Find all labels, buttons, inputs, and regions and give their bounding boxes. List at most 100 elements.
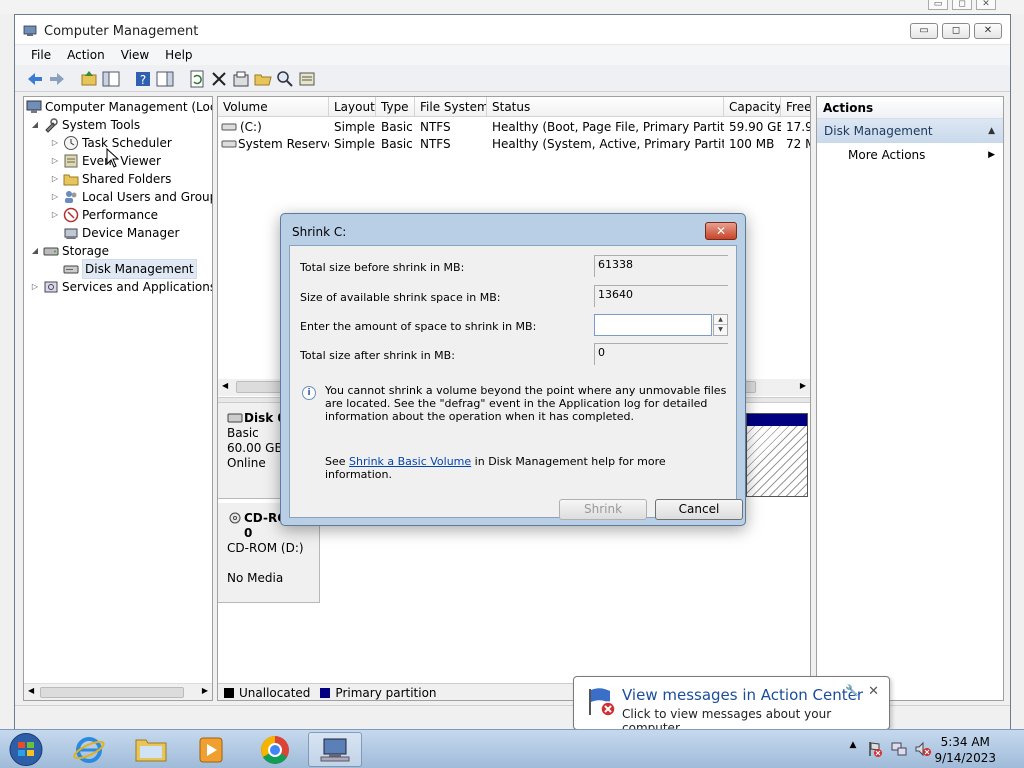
back-arrow-icon[interactable]: [25, 69, 45, 89]
taskbar-chrome[interactable]: [248, 732, 302, 767]
balloon-title[interactable]: View messages in Action Center: [622, 686, 863, 704]
tree-item-computer-management[interactable]: Computer Management (Local: [26, 98, 213, 116]
tree-item-local-users-groups[interactable]: ▷ Local Users and Groups: [50, 188, 212, 206]
show-hide-action-pane-icon[interactable]: [155, 69, 175, 89]
available-shrink-label: Size of available shrink space in MB:: [300, 291, 501, 304]
show-hide-tree-icon[interactable]: [101, 69, 121, 89]
tree-label: Disk Management: [82, 259, 197, 279]
action-center-flag-icon: [589, 688, 616, 717]
tree-item-storage[interactable]: ◢ Storage: [30, 242, 109, 260]
up-folder-icon[interactable]: [79, 69, 99, 89]
bg-close-button[interactable]: ✕: [976, 0, 996, 10]
volume-name: System Reserved: [238, 137, 329, 151]
expand-triangle-icon[interactable]: ▷: [50, 134, 60, 152]
bg-restore-button[interactable]: ◻: [952, 0, 972, 10]
taskbar-media-player[interactable]: [184, 732, 238, 767]
start-button[interactable]: [4, 731, 48, 768]
minimize-button[interactable]: ▭: [910, 23, 938, 39]
shrink-button[interactable]: Shrink: [559, 499, 647, 520]
delete-icon[interactable]: [209, 69, 229, 89]
taskbar-computer-management[interactable]: [308, 732, 362, 767]
disk-properties-icon[interactable]: [297, 69, 317, 89]
tree-label: Device Manager: [82, 226, 180, 240]
column-header-capacity[interactable]: Capacity: [724, 97, 781, 117]
volume-file-system: NTFS: [420, 120, 451, 134]
volume-muted-tray-icon[interactable]: [914, 740, 932, 758]
action-center-tray-icon[interactable]: [866, 740, 884, 758]
disk-icon: [227, 413, 243, 423]
shrink-amount-input[interactable]: [594, 314, 712, 336]
system-clock[interactable]: 5:34 AM 9/14/2023: [934, 734, 996, 766]
background-window-strip: ▭ ◻ ✕: [0, 0, 1024, 14]
properties-icon[interactable]: [231, 69, 251, 89]
disk-management-icon: [63, 265, 79, 274]
clock-time: 5:34 AM: [940, 735, 990, 749]
balloon-close-icon[interactable]: ✕: [868, 684, 879, 699]
shrink-amount-spinner[interactable]: ▲ ▼: [713, 314, 728, 336]
tree-horizontal-scrollbar[interactable]: ◀ ▶: [24, 683, 212, 700]
shrink-basic-volume-link[interactable]: Shrink a Basic Volume: [349, 455, 471, 468]
tree-item-services-applications[interactable]: ▷ Services and Applications: [30, 278, 212, 296]
column-header-volume[interactable]: Volume: [218, 97, 329, 117]
tree-item-shared-folders[interactable]: ▷ Shared Folders: [50, 170, 171, 188]
collapse-up-icon[interactable]: ▲: [988, 119, 995, 143]
tree-item-system-tools[interactable]: ◢ System Tools: [30, 116, 140, 134]
balloon-options-icon[interactable]: 🔧: [845, 684, 859, 697]
tree-item-performance[interactable]: ▷ Performance: [50, 206, 158, 224]
cdrom-icon: [229, 512, 241, 524]
spin-down-icon[interactable]: ▼: [714, 325, 727, 335]
dialog-title: Shrink C:: [292, 225, 347, 239]
column-header-file-system[interactable]: File System: [415, 97, 487, 117]
tree-label: Computer Management (Local: [45, 100, 213, 114]
scroll-right-icon[interactable]: ▶: [202, 686, 208, 695]
network-tray-icon[interactable]: [890, 740, 908, 758]
close-button[interactable]: ✕: [974, 23, 1002, 39]
show-hidden-icons[interactable]: ▲: [844, 740, 862, 758]
dialog-close-button[interactable]: ✕: [705, 222, 737, 240]
tree-item-device-manager[interactable]: Device Manager: [63, 224, 179, 242]
help-icon[interactable]: ?: [133, 69, 153, 89]
menu-action[interactable]: Action: [59, 45, 113, 65]
taskbar-file-explorer[interactable]: [124, 732, 178, 767]
event-viewer-icon: [64, 154, 78, 168]
collapse-triangle-icon[interactable]: ◢: [30, 116, 40, 134]
expand-triangle-icon[interactable]: ▷: [50, 206, 60, 224]
column-header-free[interactable]: Free: [781, 97, 810, 117]
action-center-balloon[interactable]: View messages in Action Center Click to …: [573, 676, 890, 735]
expand-triangle-icon[interactable]: ▷: [50, 188, 60, 206]
collapse-triangle-icon[interactable]: ◢: [30, 242, 40, 260]
total-before-label: Total size before shrink in MB:: [300, 261, 465, 274]
search-disk-icon[interactable]: [275, 69, 295, 89]
title-bar[interactable]: Computer Management ▭ ◻ ✕: [15, 15, 1010, 45]
partition-c-block[interactable]: [746, 413, 808, 497]
folder-icon: [135, 739, 167, 762]
expand-triangle-icon[interactable]: ▷: [50, 152, 60, 170]
scroll-left-icon[interactable]: ◀: [222, 381, 228, 390]
menu-view[interactable]: View: [113, 45, 157, 65]
menu-file[interactable]: File: [23, 45, 59, 65]
open-folder-icon[interactable]: [253, 69, 273, 89]
more-actions-item[interactable]: More Actions ▶: [817, 143, 1003, 167]
info-icon: i: [302, 386, 316, 400]
scroll-thumb[interactable]: [40, 687, 184, 698]
tree-label: Task Scheduler: [82, 136, 172, 150]
cancel-button[interactable]: Cancel: [655, 499, 743, 520]
column-header-type[interactable]: Type: [376, 97, 415, 117]
window-title: Computer Management: [44, 24, 199, 39]
refresh-icon[interactable]: [187, 69, 207, 89]
scroll-left-icon[interactable]: ◀: [28, 686, 34, 695]
maximize-button[interactable]: ◻: [942, 23, 970, 39]
spin-up-icon[interactable]: ▲: [714, 315, 727, 325]
expand-triangle-icon[interactable]: ▷: [50, 170, 60, 188]
actions-section-disk-management[interactable]: Disk Management ▲: [817, 119, 1003, 143]
taskbar-internet-explorer[interactable]: [62, 732, 116, 767]
volume-drive-icon: [221, 123, 237, 131]
bg-minimize-button[interactable]: ▭: [928, 0, 948, 10]
scroll-right-icon[interactable]: ▶: [800, 381, 806, 390]
expand-triangle-icon[interactable]: ▷: [30, 278, 40, 296]
forward-arrow-icon[interactable]: [47, 69, 67, 89]
menu-help[interactable]: Help: [157, 45, 200, 65]
tree-item-disk-management[interactable]: Disk Management: [63, 259, 197, 279]
column-header-layout[interactable]: Layout: [329, 97, 376, 117]
column-header-status[interactable]: Status: [487, 97, 724, 117]
